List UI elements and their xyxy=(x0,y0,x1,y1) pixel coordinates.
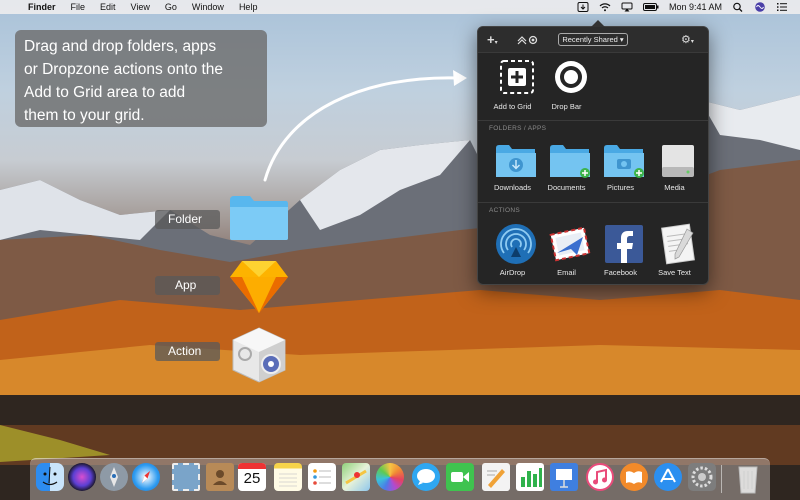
save-text-item[interactable]: Save Text xyxy=(647,223,702,277)
airdrop-item[interactable]: AirDrop xyxy=(485,223,540,277)
actions-heading: ACTIONS xyxy=(489,207,520,214)
notes-icon[interactable] xyxy=(274,463,302,491)
music-icon[interactable] xyxy=(586,463,614,491)
calendar-icon[interactable]: 25 xyxy=(238,463,266,491)
airdrop-label: AirDrop xyxy=(499,268,526,277)
battery-icon[interactable] xyxy=(642,2,659,12)
panel-toolbar: +▾ Recently Shared ▾ ⚙▾ xyxy=(478,27,708,53)
save-text-icon xyxy=(660,223,695,265)
system-preferences-icon[interactable] xyxy=(688,463,716,491)
menu-file[interactable]: File xyxy=(71,2,86,12)
instruction-bubble: Drag and drop folders, apps or Dropzone … xyxy=(15,30,267,127)
books-icon[interactable] xyxy=(620,463,648,491)
menu-help[interactable]: Help xyxy=(239,2,258,12)
finder-icon[interactable] xyxy=(36,463,64,491)
notification-center-icon[interactable] xyxy=(776,2,788,12)
dock: 25 xyxy=(30,458,770,500)
documents-item[interactable]: Documents xyxy=(539,143,594,195)
menu-clock[interactable]: Mon 9:41 AM xyxy=(669,2,722,12)
add-to-grid-icon xyxy=(500,60,534,94)
siri-dock-icon[interactable] xyxy=(68,463,96,491)
messages-icon[interactable] xyxy=(412,463,440,491)
drop-bar-label: Drop Bar xyxy=(551,102,582,111)
settings-gear-icon[interactable]: ⚙▾ xyxy=(681,33,694,46)
instruction-line: or Dropzone actions onto the xyxy=(24,61,224,78)
numbers-icon[interactable] xyxy=(516,463,544,491)
dropzone-panel: +▾ Recently Shared ▾ ⚙▾ Add to Grid Drop… xyxy=(477,20,709,285)
recently-shared-dropdown[interactable]: Recently Shared ▾ xyxy=(558,33,628,46)
facebook-icon xyxy=(604,225,643,263)
menu-go[interactable]: Go xyxy=(165,2,177,12)
mail-stamp-icon[interactable] xyxy=(172,463,200,491)
menu-bar: Finder File Edit View Go Window Help Mon… xyxy=(0,0,800,14)
email-icon xyxy=(548,226,591,262)
siri-icon[interactable] xyxy=(754,2,766,12)
launchpad-icon[interactable] xyxy=(100,463,128,491)
media-item[interactable]: Media xyxy=(647,143,702,195)
facebook-label: Facebook xyxy=(604,268,637,277)
app-store-icon[interactable] xyxy=(654,463,682,491)
pictures-item[interactable]: Pictures xyxy=(593,143,648,195)
email-label: Email xyxy=(557,268,576,277)
section-divider xyxy=(478,202,708,203)
toggle-view-icon[interactable] xyxy=(516,35,538,45)
action-label: Action xyxy=(155,342,220,361)
drop-bar-icon xyxy=(555,61,587,93)
wifi-icon[interactable] xyxy=(599,2,611,12)
menu-edit[interactable]: Edit xyxy=(100,2,116,12)
documents-folder-icon xyxy=(549,145,590,178)
contacts-icon[interactable] xyxy=(206,463,234,491)
app-label: App xyxy=(155,276,220,295)
drop-bar-button[interactable]: Drop Bar xyxy=(539,59,594,119)
keynote-icon[interactable] xyxy=(550,463,578,491)
email-item[interactable]: Email xyxy=(539,223,594,277)
spotlight-search-icon[interactable] xyxy=(732,2,744,12)
facebook-item[interactable]: Facebook xyxy=(593,223,648,277)
instruction-line: Drag and drop folders, apps xyxy=(24,38,217,55)
menu-app-name[interactable]: Finder xyxy=(28,2,56,12)
photos-icon[interactable] xyxy=(376,463,404,491)
airdrop-icon xyxy=(495,224,536,264)
facetime-icon[interactable] xyxy=(446,463,474,491)
pictures-label: Pictures xyxy=(606,183,635,192)
media-drive-icon xyxy=(661,145,694,177)
airplay-icon[interactable] xyxy=(621,2,633,12)
downloads-label: Downloads xyxy=(493,183,532,192)
add-to-grid-button[interactable]: Add to Grid xyxy=(485,59,540,119)
curved-arrow xyxy=(263,70,467,182)
pictures-folder-icon xyxy=(603,145,644,178)
dropzone-status-icon[interactable] xyxy=(577,2,589,12)
folders-apps-heading: FOLDERS / APPS xyxy=(489,125,547,132)
add-menu-button[interactable]: +▾ xyxy=(487,32,498,47)
downloads-item[interactable]: Downloads xyxy=(485,143,540,195)
pages-icon[interactable] xyxy=(482,463,510,491)
menu-window[interactable]: Window xyxy=(192,2,224,12)
add-to-grid-label: Add to Grid xyxy=(493,102,532,111)
downloads-folder-icon xyxy=(495,145,536,177)
section-divider xyxy=(478,120,708,121)
save-text-label: Save Text xyxy=(658,268,691,277)
folder-label: Folder xyxy=(155,210,220,229)
trash-icon[interactable] xyxy=(734,463,762,494)
menu-view[interactable]: View xyxy=(131,2,150,12)
calendar-day: 25 xyxy=(243,470,261,487)
sketch-app-icon[interactable] xyxy=(228,257,290,317)
dropzone-action-icon[interactable] xyxy=(229,326,289,384)
instruction-line: Add to Grid area to add xyxy=(24,84,186,101)
documents-label: Documents xyxy=(547,183,586,192)
dock-separator xyxy=(721,465,722,493)
instruction-line: them to your grid. xyxy=(24,107,145,124)
reminders-icon[interactable] xyxy=(308,463,336,491)
folder-icon[interactable] xyxy=(228,192,290,242)
safari-icon[interactable] xyxy=(132,463,160,491)
maps-icon[interactable] xyxy=(342,463,370,491)
media-label: Media xyxy=(664,183,685,192)
